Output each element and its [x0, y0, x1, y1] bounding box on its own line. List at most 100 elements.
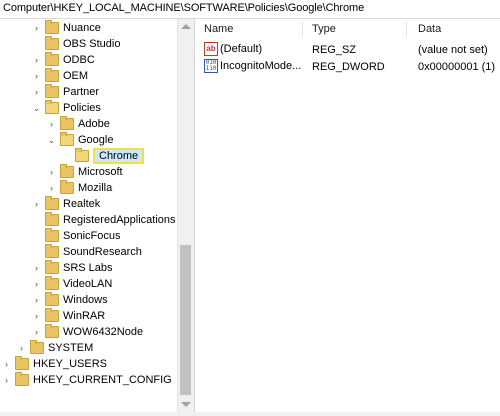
- tree-node-google[interactable]: ⌄ Google: [47, 132, 113, 148]
- tree-node-label: Microsoft: [78, 166, 123, 178]
- tree-node-label: Windows: [63, 294, 108, 306]
- tree-node-realtek[interactable]: › Realtek: [32, 196, 100, 212]
- column-divider[interactable]: [406, 21, 407, 37]
- tree-node-adobe[interactable]: › Adobe: [47, 116, 110, 132]
- tree-node-mozilla[interactable]: › Mozilla: [47, 180, 112, 196]
- tree-node-label: WOW6432Node: [63, 326, 144, 338]
- tree-node-label: Mozilla: [78, 182, 113, 194]
- folder-icon: [45, 292, 59, 306]
- tree-node-label: RegisteredApplications: [63, 214, 176, 226]
- column-header-name[interactable]: Name: [204, 23, 233, 35]
- expand-chevron-icon[interactable]: ›: [32, 311, 41, 321]
- expand-chevron-icon[interactable]: ›: [17, 343, 26, 353]
- tree-node-label: Nuance: [63, 22, 101, 34]
- tree-node-label: WinRAR: [63, 310, 106, 322]
- expand-chevron-icon[interactable]: ›: [32, 295, 41, 305]
- folder-icon: [45, 308, 59, 322]
- tree-node-label: SYSTEM: [48, 342, 94, 354]
- folder-icon: [75, 148, 89, 162]
- tree-node-label: Partner: [63, 86, 100, 98]
- expand-chevron-icon[interactable]: ›: [47, 119, 56, 129]
- folder-icon: [15, 372, 29, 386]
- tree-node-srs-labs[interactable]: › SRS Labs: [32, 260, 113, 276]
- expand-chevron-icon[interactable]: ›: [32, 199, 41, 209]
- column-header-data[interactable]: Data: [418, 23, 441, 35]
- value-data: 0x00000001 (1): [418, 61, 496, 73]
- tree-node-label: Google: [78, 134, 114, 146]
- tree-node-sonicfocus[interactable]: SonicFocus: [32, 228, 120, 244]
- folder-icon: [60, 164, 74, 178]
- tree-node-system[interactable]: › SYSTEM: [17, 340, 93, 356]
- tree-node-videolan[interactable]: › VideoLAN: [32, 276, 112, 292]
- folder-icon: [45, 84, 59, 98]
- expand-chevron-icon[interactable]: ›: [32, 23, 41, 33]
- folder-icon: [60, 180, 74, 194]
- folder-icon: [45, 68, 59, 82]
- expand-chevron-icon[interactable]: ›: [32, 263, 41, 273]
- tree-node-nuance[interactable]: › Nuance: [32, 20, 101, 36]
- folder-icon: [45, 276, 59, 290]
- address-bar[interactable]: Computer\HKEY_LOCAL_MACHINE\SOFTWARE\Pol…: [0, 0, 500, 19]
- folder-icon: [45, 36, 59, 50]
- window-bottom-edge: [0, 412, 500, 416]
- expand-chevron-icon[interactable]: ›: [47, 167, 56, 177]
- tree-node-odbc[interactable]: › ODBC: [32, 52, 95, 68]
- column-divider[interactable]: [302, 21, 303, 37]
- folder-icon: [30, 340, 44, 354]
- expand-chevron-icon[interactable]: ›: [32, 55, 41, 65]
- value-name: IncognitoMode...: [220, 60, 302, 72]
- tree-node-label: OBS Studio: [63, 38, 121, 50]
- expand-chevron-icon[interactable]: ›: [32, 327, 41, 337]
- tree-node-oem[interactable]: › OEM: [32, 68, 88, 84]
- tree-node-partner[interactable]: › Partner: [32, 84, 99, 100]
- tree-node-label: OEM: [63, 70, 89, 82]
- tree-node-winrar[interactable]: › WinRAR: [32, 308, 105, 324]
- expand-chevron-icon[interactable]: ›: [2, 359, 11, 369]
- tree-node-obs-studio[interactable]: OBS Studio: [32, 36, 120, 52]
- folder-icon: [45, 260, 59, 274]
- expand-chevron-icon[interactable]: ›: [2, 375, 11, 385]
- collapse-chevron-icon[interactable]: ⌄: [32, 103, 41, 114]
- tree-node-soundresearch[interactable]: SoundResearch: [32, 244, 142, 260]
- expand-chevron-icon[interactable]: ›: [32, 87, 41, 97]
- tree-node-microsoft[interactable]: › Microsoft: [47, 164, 123, 180]
- folder-icon: [45, 196, 59, 210]
- folder-icon: [45, 228, 59, 242]
- expand-chevron-icon[interactable]: ›: [32, 279, 41, 289]
- value-row-incognito[interactable]: 010 110 IncognitoMode...: [204, 58, 301, 74]
- collapse-chevron-icon[interactable]: ⌄: [47, 135, 56, 146]
- tree-node-windows[interactable]: › Windows: [32, 292, 108, 308]
- scrollbar-thumb[interactable]: [180, 245, 191, 395]
- tree-node-label: Adobe: [78, 118, 110, 130]
- column-header-type[interactable]: Type: [312, 23, 336, 35]
- tree-node-hkey-users[interactable]: › HKEY_USERS: [2, 356, 107, 372]
- tree-node-wow6432node[interactable]: › WOW6432Node: [32, 324, 143, 340]
- value-data: (value not set): [418, 44, 488, 56]
- expand-chevron-icon[interactable]: ›: [47, 183, 56, 193]
- expand-chevron-icon[interactable]: ›: [32, 71, 41, 81]
- values-list: Name Type Data ab (Default) REG_SZ (valu…: [198, 19, 500, 416]
- binary-value-icon: 010 110: [204, 59, 218, 73]
- value-name: (Default): [220, 43, 263, 55]
- tree-node-label: HKEY_USERS: [33, 358, 107, 370]
- tree-node-hkey-current-config[interactable]: › HKEY_CURRENT_CONFIG: [2, 372, 172, 388]
- address-path[interactable]: Computer\HKEY_LOCAL_MACHINE\SOFTWARE\Pol…: [3, 2, 364, 14]
- folder-icon: [45, 212, 59, 226]
- value-row-default[interactable]: ab (Default): [204, 41, 262, 57]
- folder-icon: [45, 244, 59, 258]
- scroll-down-arrow-icon[interactable]: [181, 402, 191, 407]
- value-type: REG_SZ: [312, 44, 357, 56]
- string-value-icon: ab: [204, 42, 218, 56]
- tree-node-registeredapplications[interactable]: RegisteredApplications: [32, 212, 176, 228]
- tree-node-policies[interactable]: ⌄ Policies: [32, 100, 101, 116]
- folder-icon: [60, 132, 74, 146]
- scroll-up-arrow-icon[interactable]: [181, 24, 191, 29]
- folder-icon: [60, 116, 74, 130]
- folder-icon: [15, 356, 29, 370]
- tree-vertical-scrollbar[interactable]: [177, 19, 194, 412]
- folder-icon: [45, 20, 59, 34]
- tree-node-label: SoundResearch: [63, 246, 142, 258]
- tree-node-label: ODBC: [63, 54, 95, 66]
- tree-node-chrome[interactable]: Chrome: [62, 148, 145, 164]
- folder-icon: [45, 100, 59, 114]
